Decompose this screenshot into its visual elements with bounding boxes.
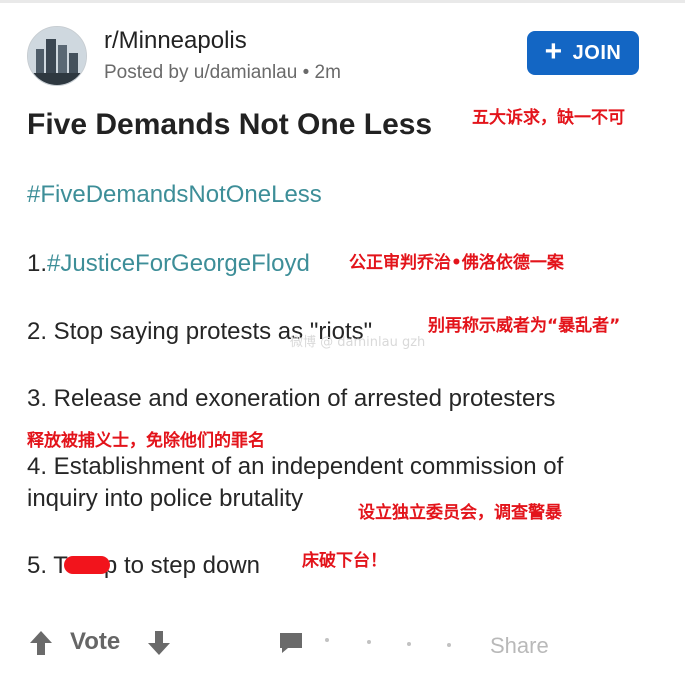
top-divider (0, 0, 685, 3)
city-avatar-icon[interactable] (27, 26, 87, 86)
demand-5-start: 5. T (27, 552, 68, 579)
demand-2-annotation: 别再称示威者为“暴乱者” (428, 316, 621, 336)
subreddit-name[interactable]: r/Minneapolis (104, 27, 247, 55)
share-button[interactable]: Share (490, 633, 549, 659)
join-label: JOIN (572, 41, 622, 64)
demand-4-line-1: 4. Establishment of an independent commi… (27, 453, 564, 480)
demand-3-annotation: 释放被捕义士，免除他们的罪名 (27, 431, 265, 451)
posted-by: Posted by u/damianlau • 2m (104, 62, 341, 83)
vote-label: Vote (70, 628, 121, 655)
justice-hashtag-link[interactable]: #JusticeForGeorgeFloyd (47, 250, 310, 277)
demand-1: 1.#JusticeForGeorgeFloyd (27, 248, 310, 280)
redaction-mark (64, 556, 110, 574)
plus-icon: + (544, 34, 563, 68)
downvote-icon[interactable] (146, 629, 172, 662)
join-button[interactable]: + JOIN (527, 31, 639, 75)
demand-1-annotation: 公正审判乔治•佛洛依德一案 (349, 253, 564, 273)
demand-5: 5. T p to step down (27, 550, 260, 582)
demand-5-annotation: 床破下台！ (302, 551, 387, 571)
demand-3: 3. Release and exoneration of arrested p… (27, 385, 556, 412)
demand-5-end: p to step down (103, 552, 261, 579)
demand-1-number: 1. (27, 250, 48, 277)
comment-icon[interactable] (278, 631, 304, 660)
watermark: 微博 @ daminlau gzh (290, 335, 426, 350)
demand-4-annotation: 设立独立委员会，调查警暴 (358, 503, 562, 523)
title-annotation: 五大诉求，缺一不可 (472, 108, 625, 128)
post-title: Five Demands Not One Less (27, 108, 433, 141)
demand-4-line-2: inquiry into police brutality (27, 485, 304, 512)
upvote-icon[interactable] (28, 629, 54, 662)
post-action-bar: Vote Share (0, 625, 685, 665)
hashtag-link[interactable]: #FiveDemandsNotOneLess (27, 181, 322, 209)
